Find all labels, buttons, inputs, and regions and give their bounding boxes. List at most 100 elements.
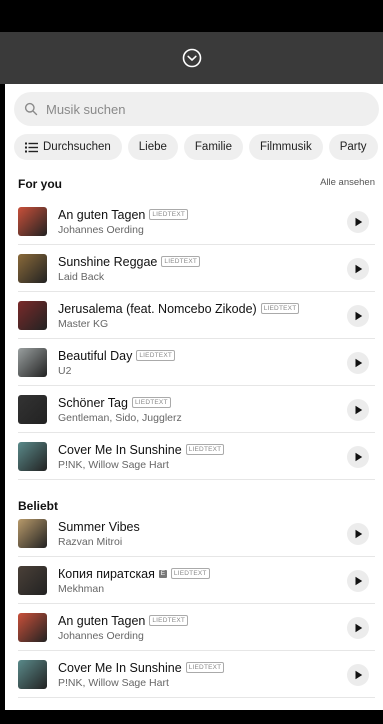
track-artist: Master KG (58, 317, 109, 330)
play-icon (355, 529, 362, 538)
list-icon (25, 142, 38, 152)
track-title: An guten Tagen (58, 207, 146, 222)
album-cover (18, 254, 47, 283)
chip-liebe[interactable]: Liebe (127, 134, 178, 160)
row-divider (18, 697, 375, 698)
track-title: Jerusalema (feat. Nomcebo Zikode) (58, 301, 257, 316)
track-title: Beautiful Day (58, 348, 133, 363)
track-info: Summer Vibes Razvan Mitroi (58, 520, 347, 548)
lyrics-badge: LIEDTEXT (185, 444, 225, 455)
see-all-link[interactable]: Alle ansehen (320, 177, 375, 188)
lyrics-badge: LIEDTEXT (185, 662, 225, 673)
search-icon (24, 102, 38, 116)
explicit-badge: E (158, 569, 167, 578)
track-title-line: Beautiful Day LIEDTEXT (58, 349, 347, 363)
track-artist: U2 (58, 364, 72, 377)
track-title-line: An guten Tagen LIEDTEXT (58, 614, 347, 628)
play-button[interactable] (347, 398, 369, 421)
play-icon (355, 670, 362, 679)
track-info: Копия пиратская E LIEDTEXT Mekhman (58, 567, 347, 595)
track-info: Cover Me In Sunshine LIEDTEXT P!NK, Willow… (58, 661, 347, 689)
track-title-line: Jerusalema (feat. Nomcebo Zikode) LIEDTEX… (58, 302, 347, 316)
lyrics-badge: LIEDTEXT (161, 256, 201, 267)
track-title: Копия пиратская (58, 566, 155, 581)
search-bar[interactable] (14, 92, 379, 126)
album-cover (18, 442, 47, 471)
chip-filmmusik[interactable]: Filmmusik (248, 134, 323, 160)
album-cover (18, 519, 47, 548)
chip-label: Filmmusik (259, 141, 312, 153)
track-row[interactable]: Cover Me In Sunshine LIEDTEXT P!NK, Willow… (5, 651, 383, 698)
chevron-down-circle-icon (182, 48, 201, 68)
track-row[interactable]: Cover Me In Sunshine LIEDTEXT P!NK, Willow… (5, 433, 383, 480)
play-button[interactable] (347, 210, 369, 233)
album-cover (18, 395, 47, 424)
track-row[interactable]: Schöner Tag LIEDTEXT Gentleman, Sido, Jugg… (5, 386, 383, 433)
track-artist: Gentleman, Sido, Jugglerz (58, 411, 182, 424)
track-title-line: Cover Me In Sunshine LIEDTEXT (58, 661, 347, 675)
chip-familie[interactable]: Familie (183, 134, 243, 160)
play-button[interactable] (347, 445, 369, 468)
track-title: Summer Vibes (58, 519, 140, 534)
track-info: Beautiful Day LIEDTEXT U2 (58, 349, 347, 377)
album-cover (18, 660, 47, 689)
track-row[interactable]: An guten Tagen LIEDTEXT Johannes Oerding (5, 604, 383, 651)
album-cover (18, 301, 47, 330)
track-info: Cover Me In Sunshine LIEDTEXT P!NK, Willow… (58, 443, 347, 471)
play-button[interactable] (347, 304, 369, 327)
play-icon (355, 358, 362, 367)
track-artist: P!NK, Willow Sage Hart (58, 458, 169, 471)
for-you-list: An guten Tagen LIEDTEXT Johannes Oerding Su… (5, 198, 383, 480)
chip-label: Durchsuchen (43, 141, 111, 153)
track-title: An guten Tagen (58, 613, 146, 628)
play-button[interactable] (347, 257, 369, 280)
play-button[interactable] (347, 663, 369, 686)
track-title-line: Копия пиратская E LIEDTEXT (58, 567, 347, 581)
row-divider (18, 479, 375, 480)
chip-label: Liebe (138, 141, 167, 153)
track-row[interactable]: Jerusalema (feat. Nomcebo Zikode) LIEDTEX… (5, 292, 383, 339)
status-bar (0, 0, 383, 32)
track-info: Sunshine Reggae LIEDTEXT Laid Back (58, 255, 347, 283)
play-icon (355, 405, 362, 414)
lyrics-badge: LIEDTEXT (131, 397, 171, 408)
chip-browse[interactable]: Durchsuchen (14, 134, 122, 160)
track-artist: Johannes Oerding (58, 629, 144, 642)
track-artist: Mekhman (58, 582, 105, 595)
track-artist: Razvan Mitroi (58, 535, 123, 548)
search-input[interactable] (44, 100, 348, 118)
track-title-line: Cover Me In Sunshine LIEDTEXT (58, 443, 347, 457)
popular-list: Summer Vibes Razvan Mitroi Копия пиратская… (5, 510, 383, 698)
lyrics-badge: LIEDTEXT (149, 615, 189, 626)
track-row[interactable]: Summer Vibes Razvan Mitroi (5, 510, 383, 557)
chip-label: Party (339, 141, 367, 153)
collapse-button[interactable] (181, 47, 203, 69)
track-row[interactable]: Beautiful Day LIEDTEXT U2 (5, 339, 383, 386)
lyrics-badge: LIEDTEXT (260, 303, 300, 314)
track-title: Cover Me In Sunshine (58, 442, 182, 457)
track-info: Jerusalema (feat. Nomcebo Zikode) LIEDTEX… (58, 302, 347, 330)
track-artist: Laid Back (58, 270, 105, 283)
chip-label: Familie (194, 141, 232, 153)
track-row[interactable]: Копия пиратская E LIEDTEXT Mekhman (5, 557, 383, 604)
album-cover (18, 613, 47, 642)
lyrics-badge: LIEDTEXT (170, 568, 210, 579)
track-title-line: Summer Vibes (58, 520, 347, 534)
play-button[interactable] (347, 522, 369, 545)
music-picker-sheet: Durchsuchen Liebe Familie Filmmusik Part… (5, 84, 383, 710)
play-button[interactable] (347, 616, 369, 639)
track-info: An guten Tagen LIEDTEXT Johannes Oerding (58, 208, 347, 236)
chip-party[interactable]: Party (328, 134, 378, 160)
sheet-header (0, 32, 383, 84)
track-title: Cover Me In Sunshine (58, 660, 182, 675)
play-icon (355, 623, 362, 632)
album-cover (18, 566, 47, 595)
track-title: Schöner Tag (58, 395, 128, 410)
category-chips: Durchsuchen Liebe Familie Filmmusik Part… (14, 134, 383, 162)
play-button[interactable] (347, 351, 369, 374)
play-button[interactable] (347, 569, 369, 592)
play-icon (355, 452, 362, 461)
track-row[interactable]: An guten Tagen LIEDTEXT Johannes Oerding (5, 198, 383, 245)
track-row[interactable]: Sunshine Reggae LIEDTEXT Laid Back (5, 245, 383, 292)
section-title-for-you: For you (18, 177, 62, 191)
